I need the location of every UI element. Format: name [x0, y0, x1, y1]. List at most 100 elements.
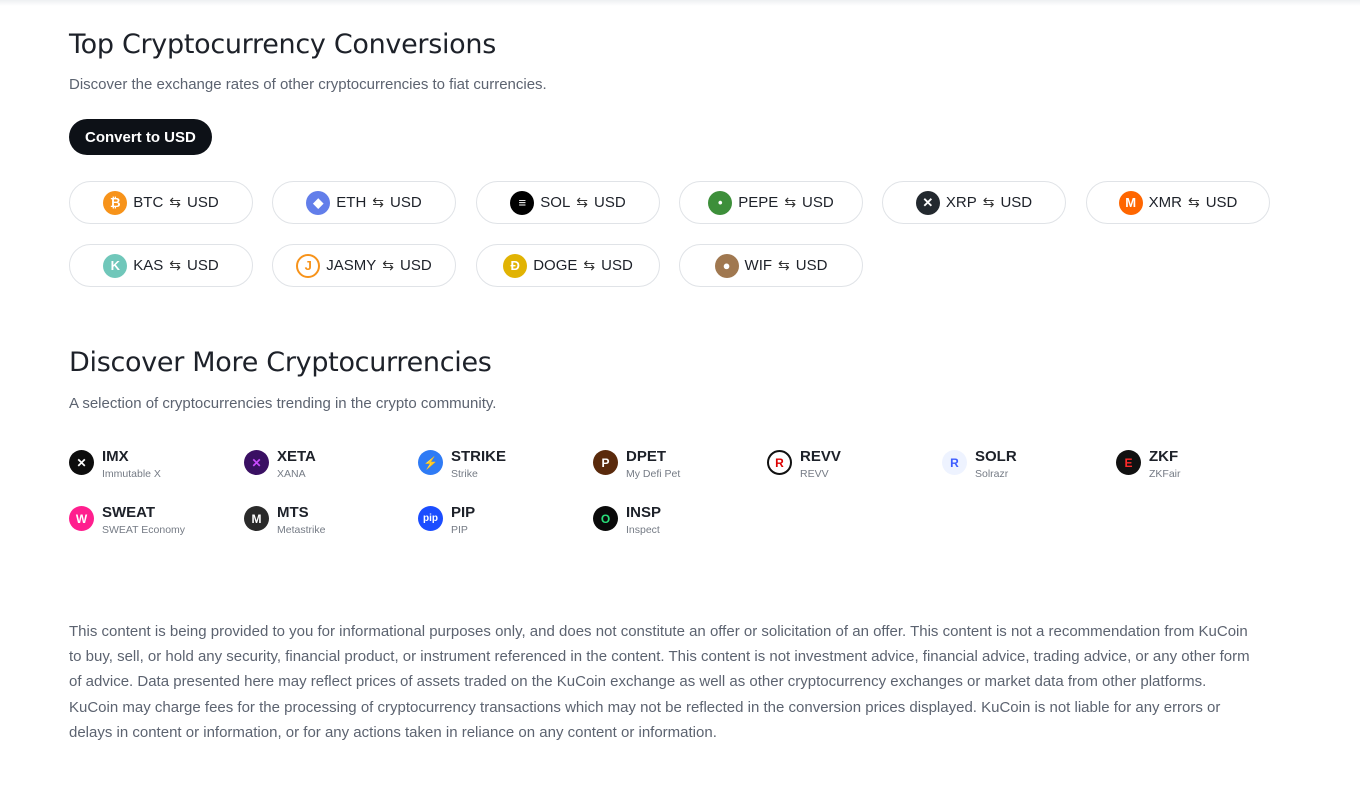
kaspa-icon: K — [103, 253, 128, 278]
inspect-icon: O — [593, 506, 618, 531]
coin-name: PIP — [451, 524, 468, 536]
conversion-pair-kas-usd[interactable]: K KAS ⇆ USD — [69, 244, 253, 287]
trending-coin-strike[interactable]: ⚡ STRIKE Strike — [418, 448, 506, 481]
quote-symbol: USD — [1000, 194, 1033, 211]
coin-symbol: SWEAT — [102, 504, 156, 521]
xana-icon: ✕ — [244, 450, 269, 475]
coin-name: Immutable X — [102, 468, 161, 480]
conversion-pair-pepe-usd[interactable]: • PEPE ⇆ USD — [679, 181, 863, 224]
trending-coin-insp[interactable]: O INSP Inspect — [593, 504, 661, 537]
immutable-x-icon: ✕ — [69, 450, 94, 475]
conversion-pair-sol-usd[interactable]: ≡ SOL ⇆ USD — [476, 181, 660, 224]
conversion-pair-jasmy-usd[interactable]: J JASMY ⇆ USD — [272, 244, 456, 287]
top-shadow — [0, 0, 1360, 6]
coin-name: SWEAT Economy — [102, 524, 186, 536]
my-defi-pet-icon: P — [593, 450, 618, 475]
coin-symbol: PIP — [451, 504, 476, 521]
quote-symbol: USD — [187, 194, 219, 211]
base-symbol: ETH — [336, 194, 367, 211]
coin-symbol: ZKF — [1149, 448, 1179, 465]
conversions-title: Top Cryptocurrency Conversions — [69, 29, 496, 60]
quote-symbol: USD — [390, 194, 422, 211]
swap-icon: ⇆ — [982, 194, 995, 210]
pair-label: DOGE ⇆ USD — [533, 257, 633, 274]
sweat-icon: W — [69, 506, 94, 531]
jasmy-icon: J — [296, 253, 321, 278]
coin-name: Inspect — [626, 524, 660, 536]
swap-icon: ⇆ — [784, 194, 797, 210]
coin-name: My Defi Pet — [626, 468, 681, 480]
base-symbol: DOGE — [533, 257, 578, 274]
strike-icon: ⚡ — [418, 450, 443, 475]
conversion-pair-xrp-usd[interactable]: ✕ XRP ⇆ USD — [882, 181, 1066, 224]
trending-coin-zkf[interactable]: E ZKF ZKFair — [1116, 448, 1181, 481]
coin-text: SWEAT SWEAT Economy — [102, 504, 185, 537]
coin-name: XANA — [277, 468, 306, 480]
coin-symbol: INSP — [626, 504, 662, 521]
conversions-subtitle: Discover the exchange rates of other cry… — [69, 76, 547, 93]
base-symbol: WIF — [744, 257, 773, 274]
pair-label: JASMY ⇆ USD — [326, 257, 431, 274]
discover-subtitle: A selection of cryptocurrencies trending… — [69, 395, 497, 412]
trending-coin-imx[interactable]: ✕ IMX Immutable X — [69, 448, 161, 481]
base-symbol: KAS — [133, 257, 164, 274]
conversion-pair-xmr-usd[interactable]: M XMR ⇆ USD — [1086, 181, 1270, 224]
base-symbol: SOL — [540, 194, 571, 211]
conversion-pair-wif-usd[interactable]: ● WIF ⇆ USD — [679, 244, 863, 287]
solrazr-icon: R — [942, 450, 967, 475]
quote-symbol: USD — [1205, 194, 1238, 211]
quote-symbol: USD — [601, 257, 633, 274]
coin-text: XETA XANA — [277, 448, 316, 481]
coin-name: REVV — [800, 468, 829, 480]
base-symbol: XRP — [945, 194, 977, 211]
base-symbol: BTC — [133, 194, 164, 211]
coin-text: IMX Immutable X — [102, 448, 161, 481]
quote-symbol: USD — [400, 257, 432, 274]
swap-icon: ⇆ — [576, 194, 589, 210]
base-symbol: JASMY — [326, 257, 377, 274]
swap-icon: ⇆ — [372, 194, 385, 210]
pair-label: KAS ⇆ USD — [133, 257, 218, 274]
quote-symbol: USD — [795, 257, 828, 274]
revv-icon: R — [767, 450, 792, 475]
coin-text: DPET My Defi Pet — [626, 448, 680, 481]
pair-label: XMR ⇆ USD — [1149, 194, 1238, 211]
base-symbol: PEPE — [738, 194, 779, 211]
trending-coin-pip[interactable]: pip PIP PIP — [418, 504, 475, 537]
metastrike-icon: M — [244, 506, 269, 531]
trending-coin-xeta[interactable]: ✕ XETA XANA — [244, 448, 316, 481]
coin-symbol: IMX — [102, 448, 129, 465]
coin-name: ZKFair — [1149, 468, 1181, 480]
coin-text: SOLR Solrazr — [975, 448, 1017, 481]
ethereum-icon: ◆ — [306, 190, 331, 215]
trending-coin-revv[interactable]: R REVV REVV — [767, 448, 841, 481]
dogecoin-icon: Ð — [503, 253, 528, 278]
pair-label: SOL ⇆ USD — [540, 194, 625, 211]
quote-symbol: USD — [187, 257, 219, 274]
quote-symbol: USD — [802, 194, 834, 211]
pepe-icon: • — [708, 190, 733, 215]
pair-label: ETH ⇆ USD — [336, 194, 421, 211]
pip-icon: pip — [418, 506, 443, 531]
trending-coin-solr[interactable]: R SOLR Solrazr — [942, 448, 1017, 481]
pair-label: XRP ⇆ USD — [946, 194, 1032, 211]
coin-text: ZKF ZKFair — [1149, 448, 1181, 481]
trending-coin-dpet[interactable]: P DPET My Defi Pet — [593, 448, 680, 481]
swap-icon: ⇆ — [1187, 194, 1200, 210]
trending-coin-mts[interactable]: M MTS Metastrike — [244, 504, 325, 537]
swap-icon: ⇆ — [778, 257, 790, 273]
xrp-icon: ✕ — [915, 190, 940, 215]
coin-symbol: STRIKE — [451, 448, 507, 465]
conversion-pair-btc-usd[interactable]: ₿ BTC ⇆ USD — [69, 181, 253, 224]
trending-coin-sweat[interactable]: W SWEAT SWEAT Economy — [69, 504, 185, 537]
convert-to-usd-tab[interactable]: Convert to USD — [69, 119, 212, 155]
dogwifhat-icon: ● — [714, 253, 739, 278]
coin-text: REVV REVV — [800, 448, 841, 481]
coin-symbol: REVV — [800, 448, 841, 465]
pair-label: BTC ⇆ USD — [133, 194, 218, 211]
conversion-pair-eth-usd[interactable]: ◆ ETH ⇆ USD — [272, 181, 456, 224]
coin-symbol: SOLR — [975, 448, 1017, 465]
swap-icon: ⇆ — [382, 257, 395, 273]
coin-name: Solrazr — [975, 468, 1009, 480]
conversion-pair-doge-usd[interactable]: Ð DOGE ⇆ USD — [476, 244, 660, 287]
